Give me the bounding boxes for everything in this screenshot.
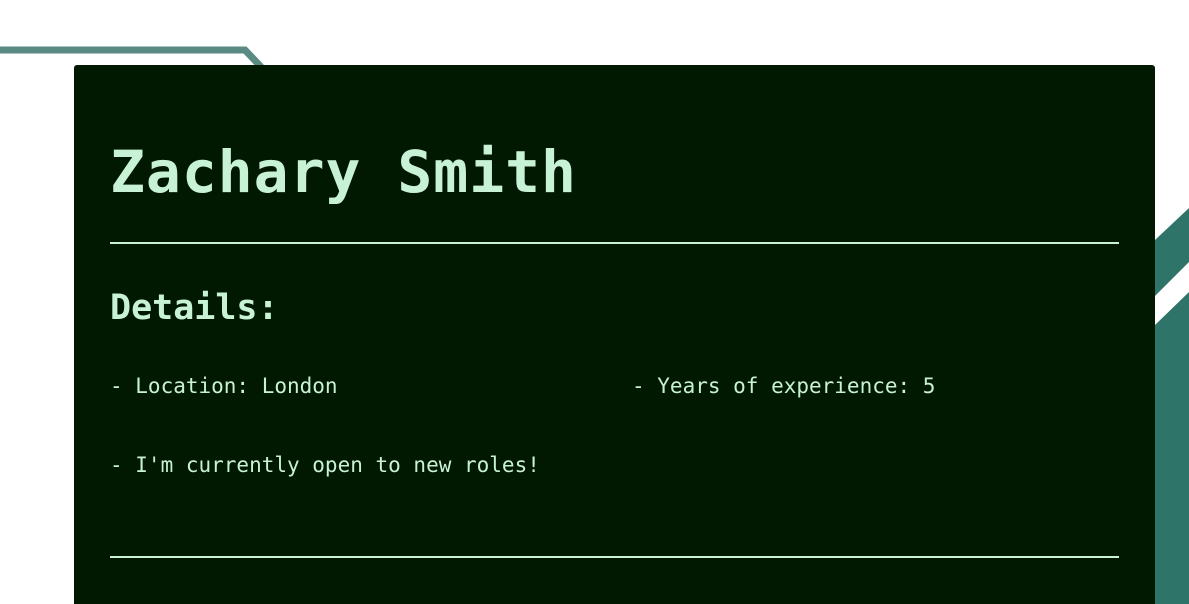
detail-availability: - I'm currently open to new roles! [110,453,540,477]
decorative-band-right-lower [1155,292,1189,604]
divider-top [110,242,1119,244]
divider-bottom [110,556,1119,558]
detail-experience: - Years of experience: 5 [632,374,936,398]
profile-card: Zachary Smith Details: - Location: Londo… [74,65,1155,604]
profile-name: Zachary Smith [110,138,577,206]
details-heading: Details: [110,288,279,328]
detail-location: - Location: London [110,374,338,398]
decorative-band-right-upper [1155,208,1189,296]
